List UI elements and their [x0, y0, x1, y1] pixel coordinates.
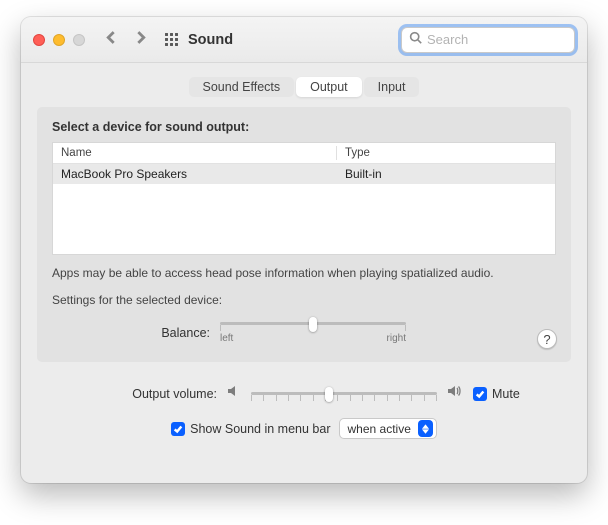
tab-sound-effects[interactable]: Sound Effects [189, 77, 295, 97]
balance-label: Balance: [52, 326, 220, 340]
speaker-low-icon [226, 383, 242, 404]
col-name[interactable]: Name [53, 147, 336, 159]
balance-slider[interactable]: left right [220, 322, 406, 344]
volume-knob[interactable] [325, 387, 333, 402]
volume-slider[interactable] [251, 392, 437, 395]
apps-grid-button[interactable] [165, 33, 178, 46]
back-button[interactable] [105, 31, 118, 49]
search-input[interactable] [427, 32, 587, 47]
select-arrows-icon [418, 420, 433, 437]
panel-heading: Select a device for sound output: [52, 120, 556, 134]
titlebar: Sound [21, 17, 587, 63]
window-title: Sound [188, 32, 233, 48]
balance-knob[interactable] [309, 317, 317, 332]
mute-label: Mute [492, 387, 520, 401]
table-row[interactable]: MacBook Pro Speakers Built-in [53, 164, 555, 184]
select-value: when active [348, 422, 411, 436]
search-icon [409, 31, 427, 49]
device-name: MacBook Pro Speakers [53, 167, 337, 181]
show-sound-checkbox[interactable] [171, 422, 185, 436]
show-sound-label: Show Sound in menu bar [190, 422, 330, 436]
col-type[interactable]: Type [337, 147, 555, 159]
forward-button[interactable] [134, 31, 147, 49]
zoom-button [73, 34, 85, 46]
minimize-button[interactable] [53, 34, 65, 46]
tabs: Sound Effects Output Input [21, 77, 587, 97]
spatial-audio-note: Apps may be able to access head pose inf… [52, 266, 556, 280]
balance-right-label: right [387, 333, 406, 344]
help-button[interactable]: ? [537, 329, 557, 349]
settings-heading: Settings for the selected device: [52, 293, 556, 307]
device-table[interactable]: Name Type MacBook Pro Speakers Built-in [52, 142, 556, 255]
tab-output[interactable]: Output [296, 77, 362, 97]
mute-checkbox[interactable] [473, 387, 487, 401]
show-sound-select[interactable]: when active [339, 418, 437, 439]
tab-input[interactable]: Input [364, 77, 420, 97]
speaker-high-icon [446, 383, 462, 404]
volume-label: Output volume: [21, 387, 226, 401]
balance-left-label: left [220, 333, 233, 344]
close-button[interactable] [33, 34, 45, 46]
search-field[interactable] [401, 27, 575, 53]
device-type: Built-in [337, 167, 555, 181]
